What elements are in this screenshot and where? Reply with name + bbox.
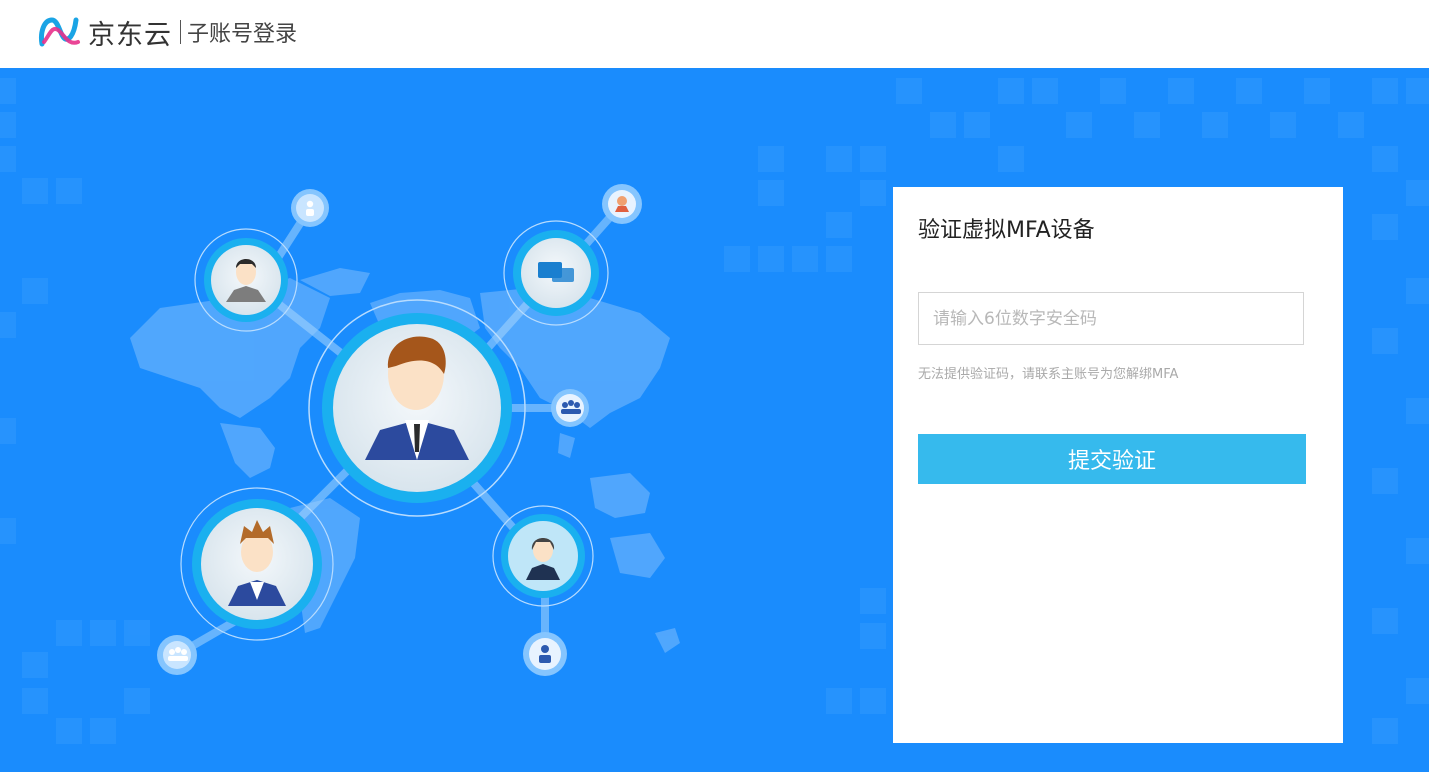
jdcloud-logo[interactable]: 京东云 子账号登录 [38, 12, 297, 52]
logo-divider [180, 20, 181, 44]
security-code-input[interactable] [918, 292, 1304, 345]
user-avatar [194, 228, 298, 332]
person-icon [523, 632, 567, 676]
top-header: 京东云 子账号登录 [0, 0, 1429, 68]
woman-avatar [492, 505, 594, 607]
submit-verify-button[interactable]: 提交验证 [918, 434, 1306, 484]
page-subtitle: 子账号登录 [187, 22, 298, 47]
jdcloud-logo-icon [39, 17, 80, 47]
person-icon [291, 189, 329, 227]
group-icon [157, 635, 197, 675]
mfa-verify-card: 验证虚拟MFA设备 无法提供验证码，请联系主账号为您解绑MFA 提交验证 [893, 187, 1343, 743]
woman-avatar [602, 184, 642, 224]
hero-banner: 验证虚拟MFA设备 无法提供验证码，请联系主账号为您解绑MFA 提交验证 [0, 68, 1429, 772]
brand-name: 京东云 [88, 19, 172, 51]
group-icon [551, 389, 589, 427]
mfa-help-text: 无法提供验证码，请联系主账号为您解绑MFA [918, 367, 1179, 382]
chat-bubble-icon [503, 220, 609, 326]
mfa-title: 验证虚拟MFA设备 [918, 218, 1095, 243]
